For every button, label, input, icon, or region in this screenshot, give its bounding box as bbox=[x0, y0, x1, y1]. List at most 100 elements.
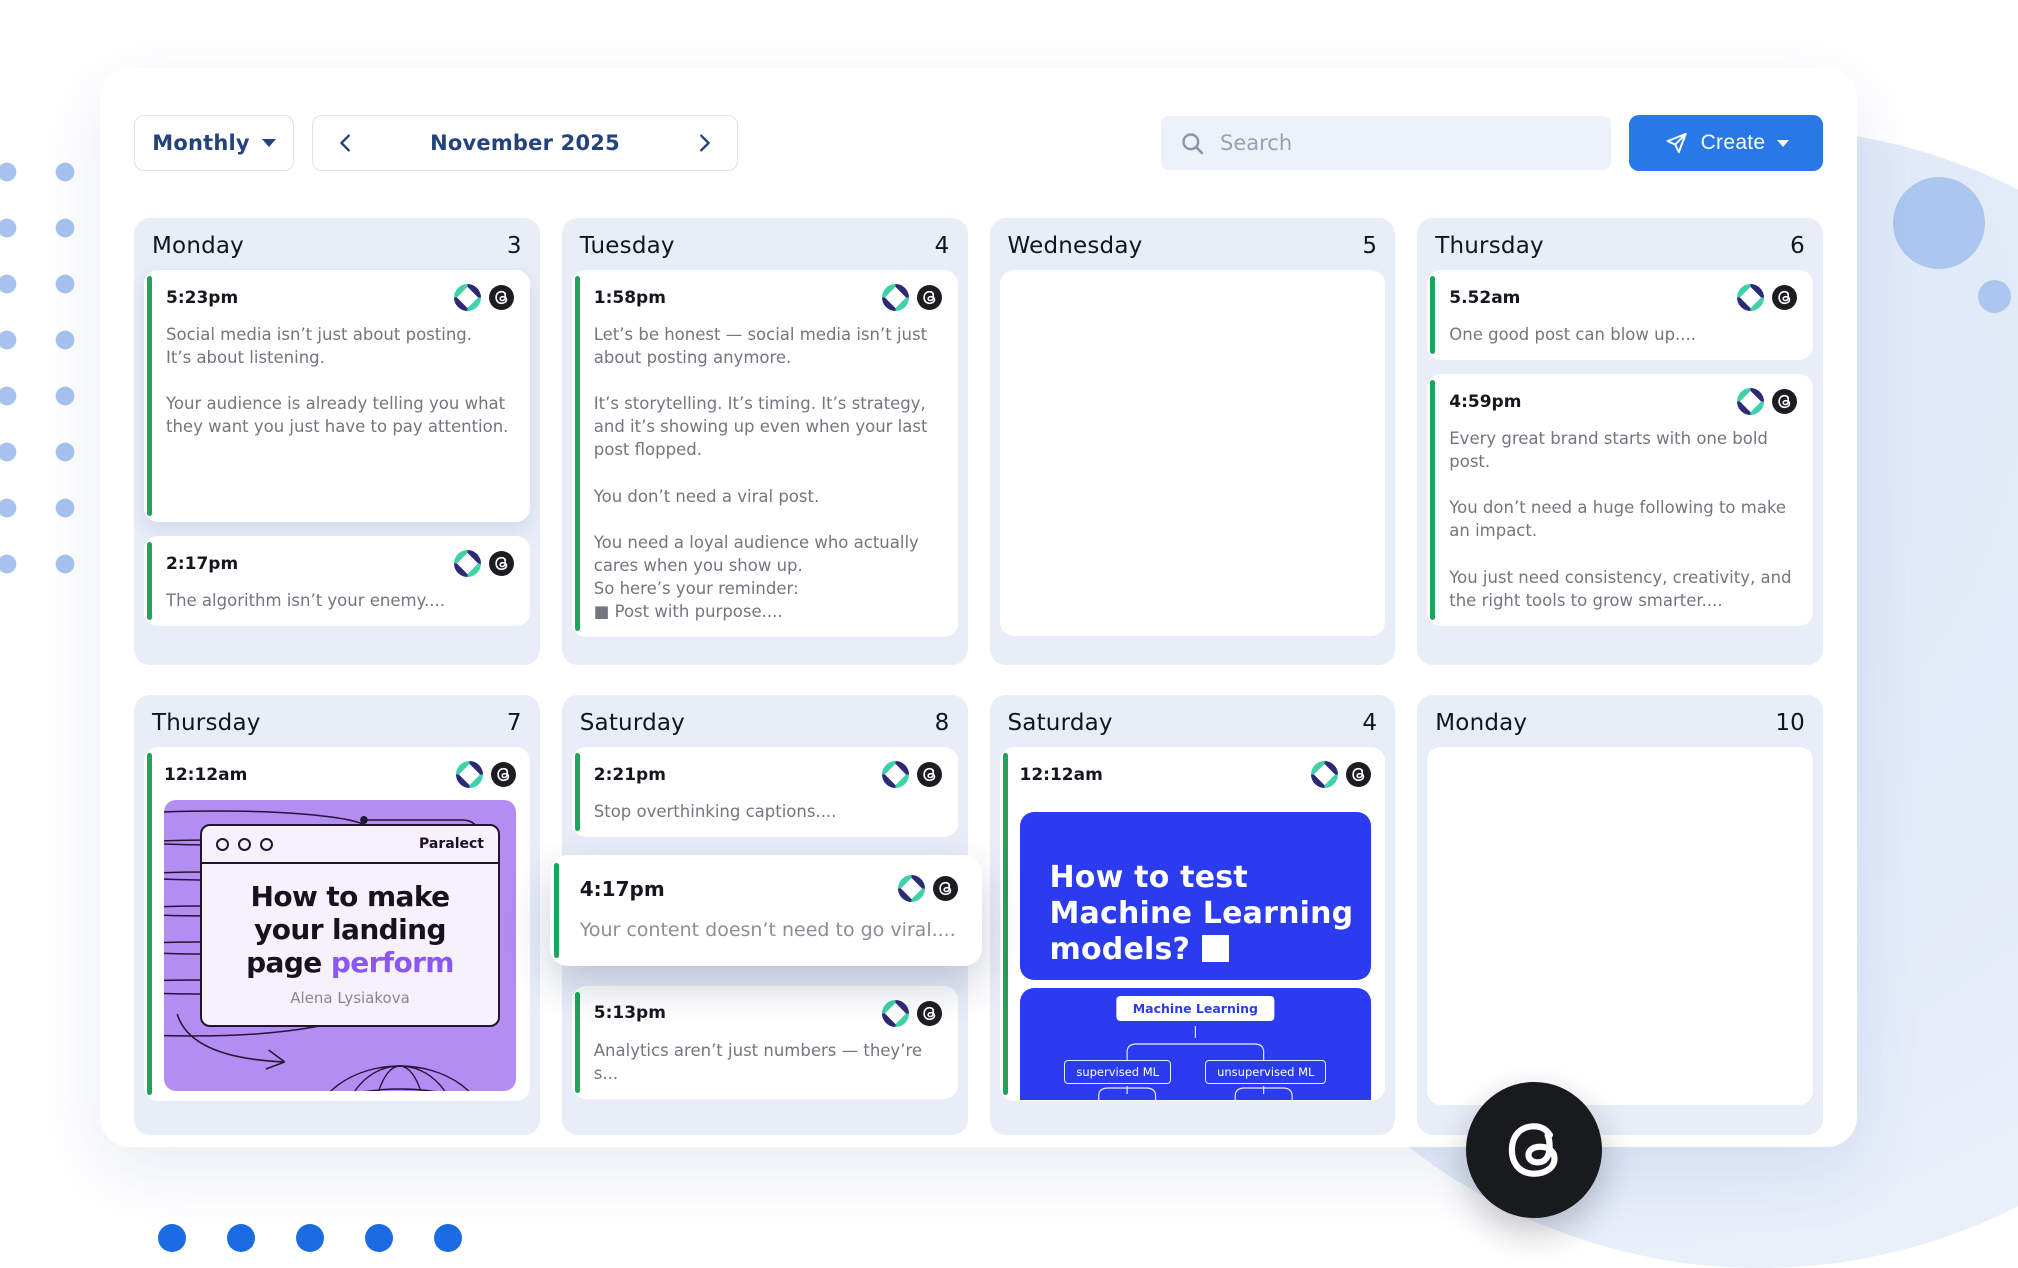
prev-month-button[interactable] bbox=[335, 132, 357, 154]
post-text: Let’s be honest — social media isn’t jus… bbox=[594, 323, 942, 623]
post-time: 12:12am bbox=[164, 765, 247, 785]
browser-titlebar: Paralect bbox=[202, 826, 498, 864]
threads-icon bbox=[917, 285, 942, 310]
brand-avatar-icon bbox=[1311, 761, 1338, 788]
post-time: 5.52am bbox=[1449, 288, 1520, 308]
window-dot-icon bbox=[238, 838, 251, 851]
day-header: Thursday 7 bbox=[144, 695, 530, 747]
post-text: The algorithm isn’t your enemy.... bbox=[166, 589, 514, 612]
chevron-down-icon bbox=[1777, 140, 1789, 147]
threads-icon bbox=[1772, 389, 1797, 414]
browser-window-mockup: Paralect How to make your landing page p… bbox=[200, 824, 500, 1027]
threads-icon bbox=[489, 285, 514, 310]
threads-icon bbox=[917, 1001, 942, 1026]
create-button-label: Create bbox=[1701, 131, 1766, 155]
pagination-dot bbox=[158, 1224, 186, 1252]
post-text: Social media isn’t just about posting. I… bbox=[166, 323, 514, 438]
day-column-thursday-6: Thursday 6 5.52am One good post can blow… bbox=[1417, 218, 1823, 665]
post-channels bbox=[454, 284, 514, 311]
diagram-leaf-row: supervised ML unsupervised ML bbox=[1020, 1060, 1372, 1084]
day-column-saturday-8: Saturday 8 2:21pm Stop overthinking capt… bbox=[562, 695, 968, 1135]
month-navigator: November 2025 bbox=[312, 115, 738, 171]
brand-avatar-icon bbox=[1737, 388, 1764, 415]
post-channels bbox=[882, 1000, 942, 1027]
calendar-grid: Monday 3 5:23pm Social media isn’t just … bbox=[134, 218, 1823, 1135]
day-number: 8 bbox=[935, 710, 950, 736]
brand-avatar-icon bbox=[456, 761, 483, 788]
day-header: Thursday 6 bbox=[1427, 218, 1813, 270]
post-image-landing-page: Paralect How to make your landing page p… bbox=[164, 800, 516, 1091]
day-header: Saturday 4 bbox=[1000, 695, 1386, 747]
create-button[interactable]: Create bbox=[1629, 115, 1823, 171]
post-channels bbox=[456, 761, 516, 788]
day-header: Wednesday 5 bbox=[1000, 218, 1386, 270]
day-name: Monday bbox=[1435, 710, 1527, 736]
month-label: November 2025 bbox=[430, 131, 620, 155]
day-header: Monday 3 bbox=[144, 218, 530, 270]
day-header: Tuesday 4 bbox=[572, 218, 958, 270]
brand-avatar-icon bbox=[882, 761, 909, 788]
day-header: Saturday 8 bbox=[572, 695, 958, 747]
diagram-root-node: Machine Learning bbox=[1117, 996, 1274, 1021]
calendar-panel: Monthly November 2025 Create Monda bbox=[100, 68, 1857, 1147]
threads-icon bbox=[491, 762, 516, 787]
post-card[interactable]: 4:59pm Every great brand starts with one… bbox=[1427, 374, 1813, 626]
threads-logo-badge bbox=[1466, 1082, 1602, 1218]
post-card[interactable]: 2:21pm Stop overthinking captions.... bbox=[572, 747, 958, 837]
post-text: Analytics aren’t just numbers — they’re … bbox=[594, 1039, 942, 1085]
empty-day-slot[interactable] bbox=[1427, 747, 1813, 1105]
background-circle-medium bbox=[1893, 177, 1985, 269]
toolbar: Monthly November 2025 Create bbox=[134, 115, 1823, 171]
post-text: Your content doesn’t need to go viral...… bbox=[580, 917, 958, 944]
creative-author: Alena Lysiakova bbox=[214, 989, 486, 1007]
creative-title-accent: perform bbox=[331, 946, 454, 979]
day-name: Saturday bbox=[1008, 710, 1113, 736]
day-column-monday-10: Monday 10 bbox=[1417, 695, 1823, 1135]
background-circle-small bbox=[1978, 280, 2011, 313]
day-column-saturday-4: Saturday 4 12:12am How to test Machine L… bbox=[990, 695, 1396, 1135]
post-card[interactable]: 5:13pm Analytics aren’t just numbers — t… bbox=[572, 986, 958, 1099]
post-card-dragging[interactable]: 4:17pm Your content doesn’t need to go v… bbox=[550, 855, 982, 966]
threads-icon bbox=[917, 762, 942, 787]
post-time: 4:17pm bbox=[580, 877, 665, 901]
post-channels bbox=[898, 875, 958, 902]
post-card[interactable]: 5.52am One good post can blow up.... bbox=[1427, 270, 1813, 360]
day-number: 6 bbox=[1790, 233, 1805, 259]
day-name: Wednesday bbox=[1008, 233, 1143, 259]
pagination-dot bbox=[434, 1224, 462, 1252]
post-card[interactable]: 5:23pm Social media isn’t just about pos… bbox=[144, 270, 530, 522]
view-mode-select[interactable]: Monthly bbox=[134, 115, 294, 171]
post-time: 5:13pm bbox=[594, 1003, 666, 1023]
post-time: 2:17pm bbox=[166, 554, 238, 574]
post-channels bbox=[882, 761, 942, 788]
threads-icon bbox=[1772, 285, 1797, 310]
pagination-dot bbox=[365, 1224, 393, 1252]
day-column-thursday-7: Thursday 7 12:12am bbox=[134, 695, 540, 1135]
pagination-dot bbox=[296, 1224, 324, 1252]
threads-icon bbox=[933, 876, 958, 901]
diagram-node: unsupervised ML bbox=[1205, 1060, 1326, 1084]
post-card[interactable]: 2:17pm The algorithm isn’t your enemy...… bbox=[144, 536, 530, 626]
post-channels bbox=[1737, 388, 1797, 415]
post-image-ml-diagram: Machine Learning supervised ML unsupervi… bbox=[1020, 988, 1372, 1100]
day-number: 7 bbox=[507, 710, 522, 736]
post-time: 4:59pm bbox=[1449, 392, 1521, 412]
post-channels bbox=[454, 550, 514, 577]
post-card[interactable]: 12:12am How to test Machine Learning mod… bbox=[1000, 747, 1386, 1101]
post-card[interactable]: 12:12am bbox=[144, 747, 530, 1101]
day-number: 4 bbox=[1362, 710, 1377, 736]
search-input[interactable] bbox=[1220, 131, 1593, 155]
brand-avatar-icon bbox=[882, 284, 909, 311]
day-name: Saturday bbox=[580, 710, 685, 736]
post-channels bbox=[1311, 761, 1371, 788]
next-month-button[interactable] bbox=[693, 132, 715, 154]
empty-day-slot[interactable] bbox=[1000, 270, 1386, 636]
day-name: Thursday bbox=[152, 710, 261, 736]
post-card[interactable]: 1:58pm Let’s be honest — social media is… bbox=[572, 270, 958, 637]
missing-emoji-box bbox=[1202, 935, 1229, 962]
search-box[interactable] bbox=[1161, 116, 1611, 170]
pagination-dots bbox=[158, 1224, 462, 1252]
chevron-down-icon bbox=[262, 139, 276, 147]
day-name: Thursday bbox=[1435, 233, 1544, 259]
post-time: 12:12am bbox=[1020, 765, 1103, 785]
